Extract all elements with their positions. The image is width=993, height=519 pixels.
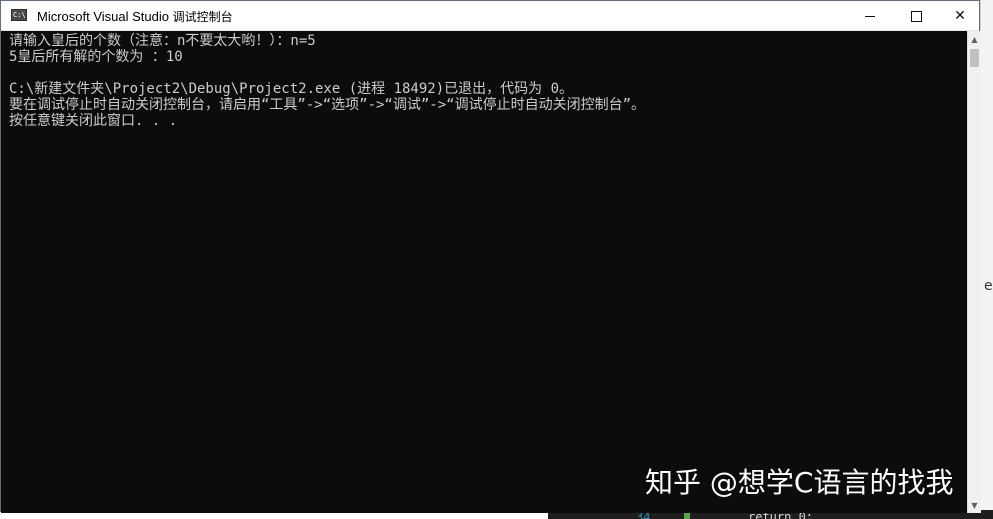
console-line-2: 5皇后所有解的个数为 ：10 — [9, 49, 183, 65]
scroll-up-arrow-icon[interactable]: ▲ — [968, 31, 981, 47]
maximize-button[interactable] — [893, 1, 939, 31]
window-title-en: Microsoft Visual Studio — [37, 9, 173, 24]
background-window-edge: e — [980, 0, 993, 519]
maximize-icon — [910, 10, 922, 22]
background-edge-text: e — [984, 278, 993, 294]
minimize-icon — [865, 15, 875, 17]
vertical-scrollbar[interactable]: ▲ ▼ — [967, 31, 981, 513]
scroll-down-arrow-icon[interactable]: ▼ — [968, 497, 981, 513]
title-bar[interactable]: C:\ Microsoft Visual Studio 调试控制台 ✕ — [1, 1, 979, 31]
window-title-cn: 调试控制台 — [172, 10, 233, 24]
console-line-5: 要在调试停止时自动关闭控制台，请启用“工具”->“选项”->“调试”->“调试停… — [9, 97, 645, 113]
console-app-icon[interactable]: C:\ — [11, 9, 27, 21]
scroll-thumb[interactable] — [970, 49, 979, 67]
zhihu-watermark: 知乎 @想学C语言的找我 — [645, 466, 954, 499]
close-icon: ✕ — [954, 8, 966, 24]
window-title: Microsoft Visual Studio 调试控制台 — [37, 8, 233, 25]
console-line-1: 请输入皇后的个数（注意：n不要太大哟！）：n=5 — [9, 33, 316, 49]
console-line-6: 按任意键关闭此窗口. . . — [9, 113, 178, 129]
editor-change-marker — [684, 512, 690, 519]
console-output[interactable]: 请输入皇后的个数（注意：n不要太大哟！）：n=5 5皇后所有解的个数为 ：10 … — [1, 31, 967, 513]
minimize-button[interactable] — [847, 1, 893, 31]
console-line-4: C:\新建文件夹\Project2\Debug\Project2.exe (进程… — [9, 81, 574, 97]
debug-console-window: C:\ Microsoft Visual Studio 调试控制台 ✕ 请输入皇… — [0, 0, 981, 513]
close-button[interactable]: ✕ — [939, 1, 981, 31]
